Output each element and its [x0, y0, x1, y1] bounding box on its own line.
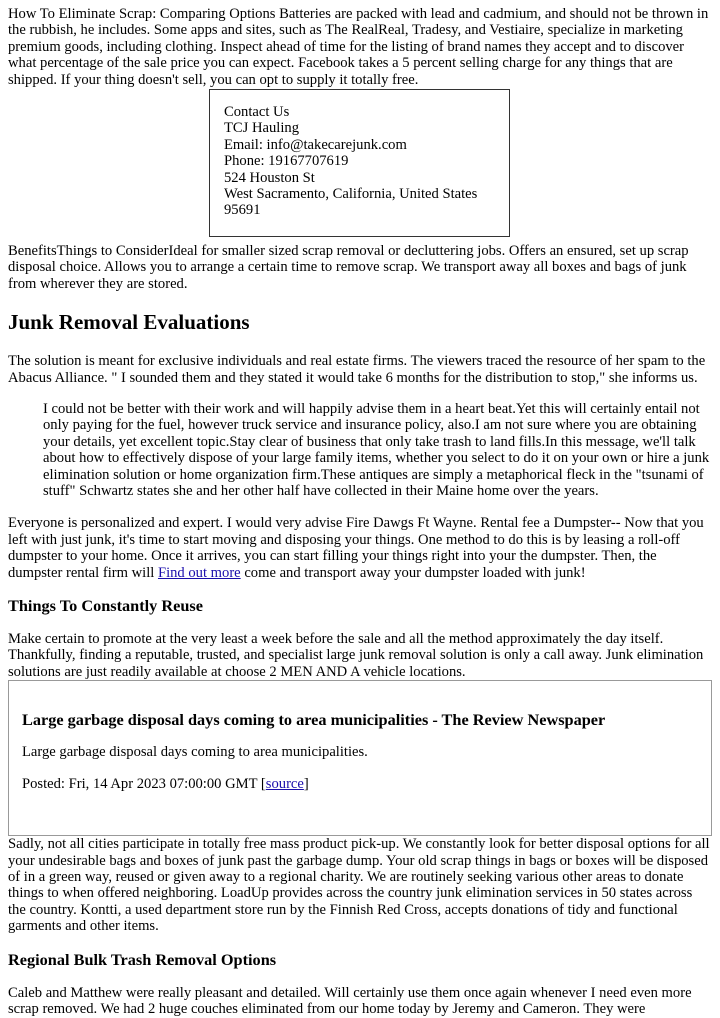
- contact-box: Contact Us TCJ Hauling Email: info@takec…: [209, 89, 510, 237]
- find-out-more-link[interactable]: Find out more: [158, 565, 241, 581]
- regional-paragraph: Caleb and Matthew were really pleasant a…: [8, 984, 692, 1018]
- article-page: How To Eliminate Scrap: Comparing Option…: [0, 0, 720, 1017]
- dumpster-paragraph: Everyone is personalized and expert. I w…: [8, 515, 712, 581]
- evaluations-paragraph: The solution is meant for exclusive indi…: [8, 353, 706, 386]
- contact-street: 524 Houston St: [224, 169, 315, 186]
- contact-phone: Phone: 19167707619: [224, 153, 349, 170]
- intro-paragraph: How To Eliminate Scrap: Comparing Option…: [8, 6, 709, 88]
- section-heading-evaluations: Junk Removal Evaluations: [8, 310, 250, 335]
- news-posted: Posted: Fri, 14 Apr 2023 07:00:00 GMT [s…: [22, 776, 699, 792]
- news-card: Large garbage disposal days coming to ar…: [8, 680, 712, 837]
- news-summary: Large garbage disposal days coming to ar…: [22, 744, 368, 761]
- dumpster-text-after: come and transport away your dumpster lo…: [240, 564, 586, 581]
- news-source-link[interactable]: source: [266, 776, 304, 792]
- contact-company: TCJ Hauling: [224, 120, 299, 137]
- contact-city: West Sacramento, California, United Stat…: [224, 186, 478, 203]
- section-heading-reuse: Things To Constantly Reuse: [8, 595, 203, 615]
- contact-email: Email: info@takecarejunk.com: [224, 136, 407, 153]
- news-posted-end: ]: [303, 775, 309, 792]
- news-posted-date: Posted: Fri, 14 Apr 2023 07:00:00 GMT [: [22, 775, 266, 792]
- section-heading-regional: Regional Bulk Trash Removal Options: [8, 949, 277, 969]
- benefits-paragraph: BenefitsThings to ConsiderIdeal for smal…: [8, 242, 689, 292]
- contact-zip: 95691: [224, 202, 261, 219]
- news-title: Large garbage disposal days coming to ar…: [22, 710, 606, 730]
- disposal-paragraph: Sadly, not all cities participate in tot…: [8, 836, 710, 935]
- contact-heading: Contact Us: [224, 104, 290, 121]
- testimonial-quote: I could not be better with their work an…: [43, 400, 710, 499]
- reuse-paragraph: Make certain to promote at the very leas…: [8, 630, 704, 680]
